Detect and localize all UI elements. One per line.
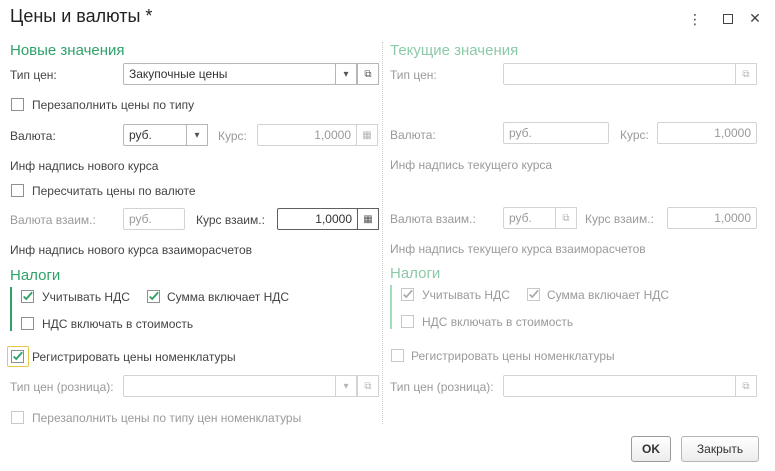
window-title: Цены и валюты * — [10, 6, 153, 26]
current-settlement-currency-open-button: ⧉ — [555, 207, 577, 229]
calculator-icon: ▦ — [362, 129, 372, 141]
current-vat-in-cost-checkbox — [401, 315, 414, 328]
settlement-currency-field: руб. — [123, 208, 185, 230]
current-price-type-field — [503, 63, 736, 85]
maximize-icon[interactable] — [721, 12, 735, 26]
calculator-icon: ▦ — [363, 213, 373, 225]
price-type-label: Тип цен: — [10, 68, 57, 82]
currency-dropdown-button[interactable]: ▾ — [186, 124, 208, 146]
taxes-header: Налоги — [10, 267, 61, 284]
current-rate-label: Курс: — [620, 128, 649, 142]
vat-in-cost-checkbox[interactable] — [21, 317, 34, 330]
current-rate-field: 1,0000 — [657, 122, 757, 144]
open-form-icon: ⧉ — [364, 68, 372, 80]
sum-includes-vat-checkbox[interactable] — [147, 290, 160, 303]
current-settlement-currency-label: Валюта взаим.: — [390, 212, 476, 226]
open-form-icon: ⧉ — [562, 212, 570, 224]
checkmark-icon — [403, 289, 413, 299]
more-vertical-icon[interactable]: ⋮ — [688, 12, 702, 26]
current-settlement-rate-value: 1,0000 — [714, 211, 751, 225]
current-sum-includes-vat-label: Сумма включает НДС — [547, 288, 670, 302]
checkmark-icon — [13, 351, 23, 361]
taxes-group-bar — [10, 287, 12, 331]
sum-includes-vat-label: Сумма включает НДС — [167, 290, 290, 304]
currency-label: Валюта: — [10, 129, 56, 143]
chevron-down-icon: ▾ — [343, 68, 349, 80]
column-separator — [382, 42, 383, 424]
rate-calculator-button: ▦ — [356, 124, 378, 146]
settlement-rate-label: Курс взаим.: — [196, 213, 265, 227]
settlement-rate-field[interactable]: 1,0000 — [277, 208, 358, 230]
current-rate-caption: Инф надпись текущего курса — [390, 158, 553, 172]
current-retail-price-type-field — [503, 375, 736, 397]
vat-in-cost-label: НДС включать в стоимость — [42, 317, 194, 331]
settlement-rate-calculator-button[interactable]: ▦ — [357, 208, 379, 230]
chevron-down-icon: ▾ — [343, 380, 349, 392]
current-rate-value: 1,0000 — [714, 126, 751, 140]
current-retail-price-type-open-button: ⧉ — [735, 375, 757, 397]
rate-value: 1,0000 — [314, 128, 351, 142]
close-icon[interactable]: ✕ — [748, 10, 762, 26]
current-account-vat-label: Учитывать НДС — [422, 288, 510, 302]
new-settlement-caption: Инф надпись нового курса взаиморасчетов — [10, 243, 253, 257]
open-form-icon: ⧉ — [364, 380, 372, 392]
current-settlement-currency-field: руб. — [503, 207, 556, 229]
currency-value: руб. — [129, 128, 152, 142]
refill-by-nomenclature-label: Перезаполнить цены по типу цен номенклат… — [32, 411, 302, 425]
refill-by-type-label: Перезаполнить цены по типу — [32, 98, 195, 112]
current-account-vat-checkbox — [401, 288, 414, 301]
current-currency-value: руб. — [509, 126, 532, 140]
price-type-open-button[interactable]: ⧉ — [357, 63, 379, 85]
account-vat-checkbox[interactable] — [21, 290, 34, 303]
current-settlement-rate-field: 1,0000 — [667, 207, 757, 229]
current-currency-label: Валюта: — [390, 128, 436, 142]
close-button[interactable]: Закрыть — [681, 436, 759, 462]
current-currency-field: руб. — [503, 122, 609, 144]
currency-field[interactable]: руб. — [123, 124, 187, 146]
checkmark-icon — [529, 289, 539, 299]
refill-by-type-checkbox[interactable] — [11, 98, 24, 111]
current-register-prices-label: Регистрировать цены номенклатуры — [411, 349, 615, 363]
current-taxes-header: Налоги — [390, 265, 441, 282]
current-values-header: Текущие значения — [390, 42, 519, 59]
current-price-type-label: Тип цен: — [390, 68, 437, 82]
rate-label: Курс: — [218, 129, 247, 143]
account-vat-label: Учитывать НДС — [42, 290, 130, 304]
current-sum-includes-vat-checkbox — [527, 288, 540, 301]
retail-price-type-field — [123, 375, 336, 397]
current-price-type-open-button: ⧉ — [735, 63, 757, 85]
current-register-prices-checkbox — [391, 349, 404, 362]
current-settlement-rate-label: Курс взаим.: — [585, 212, 654, 226]
new-values-header: Новые значения — [10, 42, 125, 59]
price-type-dropdown-button[interactable]: ▾ — [335, 63, 357, 85]
recalc-by-currency-label: Пересчитать цены по валюте — [32, 184, 196, 198]
register-prices-checkbox[interactable] — [11, 350, 24, 363]
current-taxes-group-bar — [390, 285, 392, 329]
open-form-icon: ⧉ — [742, 380, 750, 392]
checkmark-icon — [149, 291, 159, 301]
settlement-rate-value: 1,0000 — [315, 212, 352, 226]
ok-button[interactable]: OK — [631, 436, 671, 462]
recalc-by-currency-checkbox[interactable] — [11, 184, 24, 197]
new-rate-caption: Инф надпись нового курса — [10, 159, 159, 173]
current-settlement-currency-value: руб. — [509, 211, 532, 225]
open-form-icon: ⧉ — [742, 68, 750, 80]
rate-field: 1,0000 — [257, 124, 357, 146]
price-type-field[interactable]: Закупочные цены — [123, 63, 336, 85]
settlement-currency-label: Валюта взаим.: — [10, 213, 96, 227]
current-settlement-caption: Инф надпись текущего курса взаиморасчето… — [390, 242, 646, 256]
retail-price-type-dropdown-button: ▾ — [335, 375, 357, 397]
register-prices-label: Регистрировать цены номенклатуры — [32, 350, 236, 364]
current-retail-price-type-label: Тип цен (розница): — [390, 380, 494, 394]
price-type-value: Закупочные цены — [129, 67, 228, 81]
settlement-currency-value: руб. — [129, 212, 152, 226]
refill-by-nomenclature-checkbox — [11, 411, 24, 424]
retail-price-type-open-button: ⧉ — [357, 375, 379, 397]
current-vat-in-cost-label: НДС включать в стоимость — [422, 315, 574, 329]
retail-price-type-label: Тип цен (розница): — [10, 380, 114, 394]
chevron-down-icon: ▾ — [194, 129, 200, 141]
checkmark-icon — [23, 291, 33, 301]
